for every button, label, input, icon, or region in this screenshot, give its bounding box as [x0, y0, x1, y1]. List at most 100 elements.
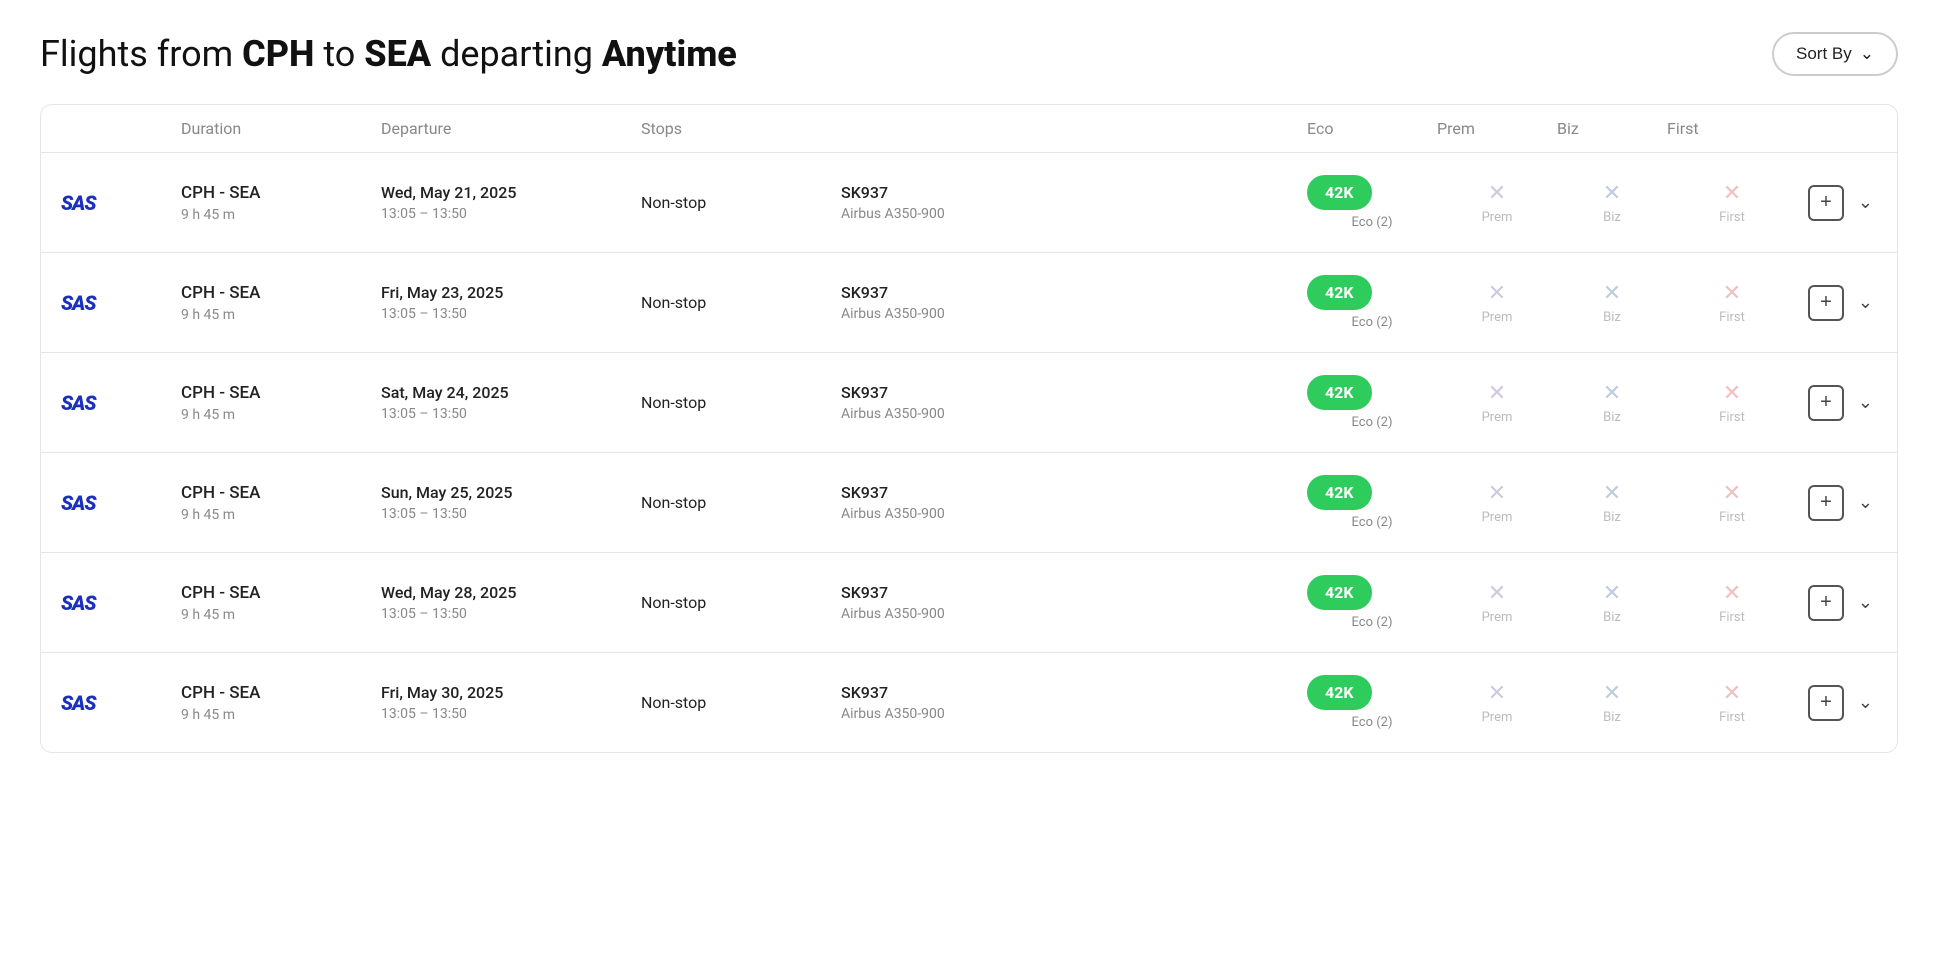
eco-badge: 42K: [1307, 375, 1372, 410]
eco-cell: 42K Eco (2): [1307, 175, 1437, 230]
add-flight-button[interactable]: +: [1808, 485, 1844, 521]
airline-logo: SAS: [61, 491, 181, 515]
prem-cell: ✕ Prem: [1437, 681, 1557, 725]
page-header: Flights from CPH to SEA departing Anytim…: [40, 32, 1898, 76]
departure-time: 13:05 – 13:50: [381, 506, 641, 522]
prem-cell: ✕ Prem: [1437, 581, 1557, 625]
airline-logo: SAS: [61, 291, 181, 315]
eco-cell: 42K Eco (2): [1307, 275, 1437, 330]
first-unavailable-icon: ✕: [1723, 181, 1741, 206]
route-text: CPH - SEA: [181, 183, 381, 203]
add-flight-button[interactable]: +: [1808, 185, 1844, 221]
prem-label: Prem: [1482, 710, 1513, 725]
biz-unavailable-icon: ✕: [1603, 581, 1621, 606]
airline-logo: SAS: [61, 591, 181, 615]
prem-label: Prem: [1482, 610, 1513, 625]
first-unavailable-icon: ✕: [1723, 481, 1741, 506]
aircraft-type: Airbus A350-900: [841, 206, 1307, 222]
sort-by-button[interactable]: Sort By ⌄: [1772, 32, 1898, 76]
add-flight-button[interactable]: +: [1808, 385, 1844, 421]
biz-unavailable-icon: ✕: [1603, 681, 1621, 706]
first-label: First: [1719, 310, 1745, 325]
table-row: SAS CPH - SEA 9 h 45 m Wed, May 28, 2025…: [41, 553, 1897, 653]
expand-row-button[interactable]: ⌄: [1854, 188, 1877, 217]
eco-sub: Eco (2): [1307, 515, 1437, 530]
flight-details: SK937 Airbus A350-900: [841, 483, 1307, 522]
departure-date: Sun, May 25, 2025: [381, 483, 641, 502]
eco-badge: 42K: [1307, 275, 1372, 310]
duration-text: 9 h 45 m: [181, 607, 381, 623]
route-info: CPH - SEA 9 h 45 m: [181, 183, 381, 223]
route-info: CPH - SEA 9 h 45 m: [181, 383, 381, 423]
eco-cell: 42K Eco (2): [1307, 475, 1437, 530]
col-actions: [1797, 119, 1877, 138]
table-row: SAS CPH - SEA 9 h 45 m Sat, May 24, 2025…: [41, 353, 1897, 453]
biz-label: Biz: [1603, 710, 1621, 725]
biz-unavailable-icon: ✕: [1603, 181, 1621, 206]
flight-details: SK937 Airbus A350-900: [841, 283, 1307, 322]
eco-sub: Eco (2): [1307, 415, 1437, 430]
flight-details: SK937 Airbus A350-900: [841, 683, 1307, 722]
first-cell: ✕ First: [1667, 681, 1797, 725]
add-flight-button[interactable]: +: [1808, 685, 1844, 721]
duration-text: 9 h 45 m: [181, 707, 381, 723]
duration-text: 9 h 45 m: [181, 407, 381, 423]
departure-time: 13:05 – 13:50: [381, 606, 641, 622]
biz-unavailable-icon: ✕: [1603, 381, 1621, 406]
airline-logo: SAS: [61, 391, 181, 415]
table-row: SAS CPH - SEA 9 h 45 m Sun, May 25, 2025…: [41, 453, 1897, 553]
departure-time: 13:05 – 13:50: [381, 306, 641, 322]
duration-text: 9 h 45 m: [181, 207, 381, 223]
flight-number: SK937: [841, 483, 1307, 502]
table-header: Duration Departure Stops Eco Prem Biz Fi…: [41, 105, 1897, 153]
departure-date: Wed, May 21, 2025: [381, 183, 641, 202]
add-flight-button[interactable]: +: [1808, 585, 1844, 621]
add-flight-button[interactable]: +: [1808, 285, 1844, 321]
col-first: First: [1667, 119, 1797, 138]
eco-badge: 42K: [1307, 475, 1372, 510]
first-cell: ✕ First: [1667, 481, 1797, 525]
biz-unavailable-icon: ✕: [1603, 281, 1621, 306]
first-cell: ✕ First: [1667, 581, 1797, 625]
eco-badge: 42K: [1307, 575, 1372, 610]
flight-details: SK937 Airbus A350-900: [841, 383, 1307, 422]
aircraft-type: Airbus A350-900: [841, 706, 1307, 722]
departure-date: Wed, May 28, 2025: [381, 583, 641, 602]
flight-number: SK937: [841, 183, 1307, 202]
expand-row-button[interactable]: ⌄: [1854, 388, 1877, 417]
departure-info: Wed, May 21, 2025 13:05 – 13:50: [381, 183, 641, 222]
actions-cell: + ⌄: [1797, 285, 1877, 321]
table-row: SAS CPH - SEA 9 h 45 m Wed, May 21, 2025…: [41, 153, 1897, 253]
expand-row-button[interactable]: ⌄: [1854, 488, 1877, 517]
flight-number: SK937: [841, 683, 1307, 702]
col-stops: Stops: [641, 119, 841, 138]
prem-unavailable-icon: ✕: [1488, 681, 1506, 706]
expand-row-button[interactable]: ⌄: [1854, 688, 1877, 717]
chevron-down-icon: ⌄: [1860, 44, 1874, 64]
col-prem: Prem: [1437, 119, 1557, 138]
prem-cell: ✕ Prem: [1437, 381, 1557, 425]
expand-row-button[interactable]: ⌄: [1854, 588, 1877, 617]
eco-sub: Eco (2): [1307, 215, 1437, 230]
col-biz: Biz: [1557, 119, 1667, 138]
departure-info: Wed, May 28, 2025 13:05 – 13:50: [381, 583, 641, 622]
departure-date: Fri, May 30, 2025: [381, 683, 641, 702]
flight-number: SK937: [841, 283, 1307, 302]
prem-label: Prem: [1482, 410, 1513, 425]
first-cell: ✕ First: [1667, 281, 1797, 325]
biz-unavailable-icon: ✕: [1603, 481, 1621, 506]
departure-time: 13:05 – 13:50: [381, 406, 641, 422]
stops-cell: Non-stop: [641, 293, 841, 312]
stops-cell: Non-stop: [641, 193, 841, 212]
col-departure: Departure: [381, 119, 641, 138]
actions-cell: + ⌄: [1797, 185, 1877, 221]
biz-label: Biz: [1603, 310, 1621, 325]
biz-cell: ✕ Biz: [1557, 381, 1667, 425]
prem-cell: ✕ Prem: [1437, 481, 1557, 525]
biz-cell: ✕ Biz: [1557, 581, 1667, 625]
expand-row-button[interactable]: ⌄: [1854, 288, 1877, 317]
prem-label: Prem: [1482, 510, 1513, 525]
actions-cell: + ⌄: [1797, 585, 1877, 621]
biz-label: Biz: [1603, 610, 1621, 625]
eco-badge: 42K: [1307, 675, 1372, 710]
